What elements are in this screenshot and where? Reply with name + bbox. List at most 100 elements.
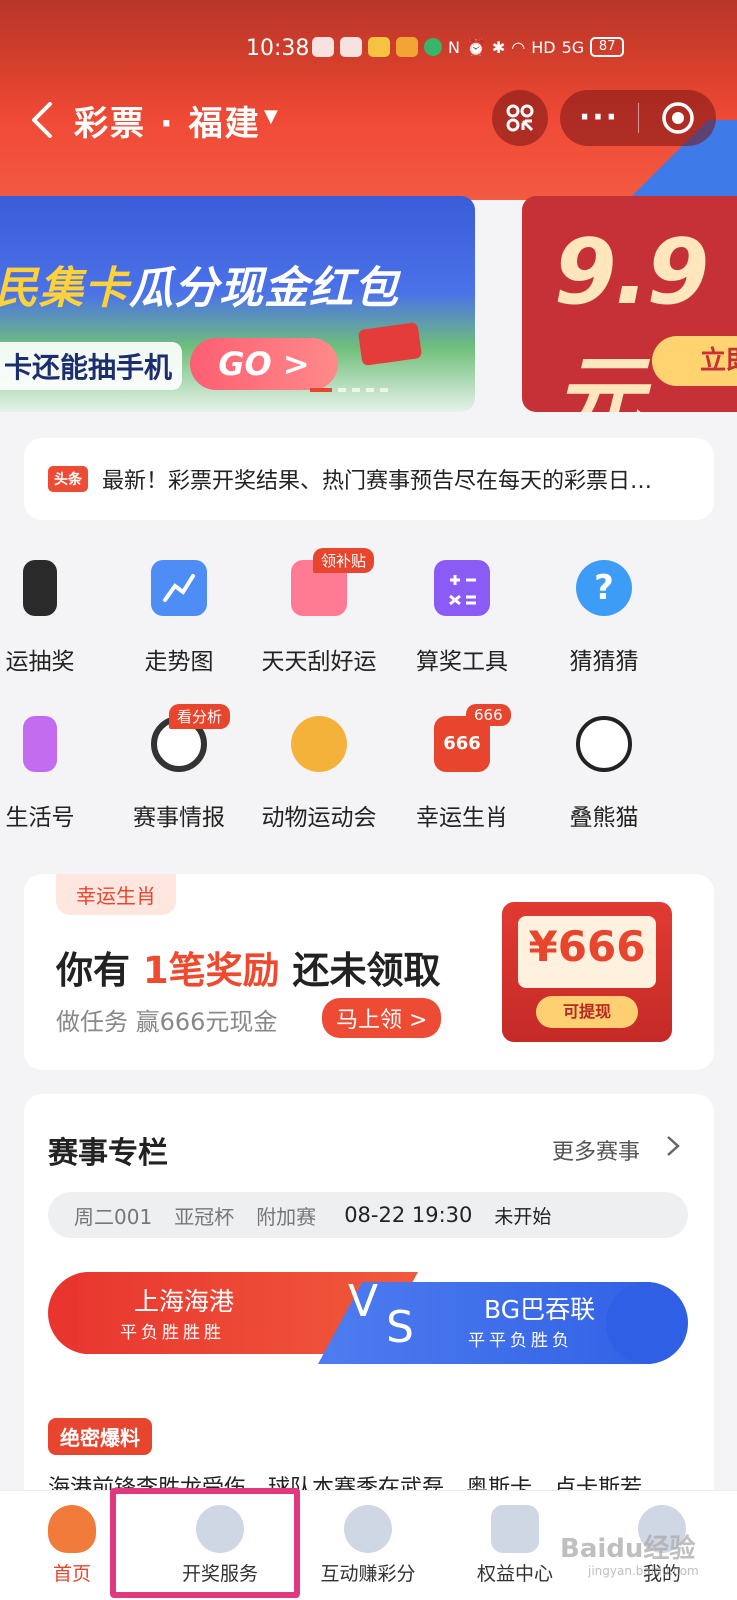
- close-button[interactable]: [639, 101, 716, 135]
- match-datetime: 08-22 19:30: [344, 1203, 473, 1227]
- home-mascot-icon: [48, 1505, 96, 1553]
- away-team-form: 平平负胜负: [468, 1331, 573, 1351]
- chevron-down-icon[interactable]: ▼: [264, 106, 278, 127]
- more-matches-link[interactable]: 更多赛事: [552, 1134, 640, 1166]
- medal-icon: [291, 716, 347, 772]
- match-code: 周二001: [74, 1204, 153, 1229]
- banner-buy-button[interactable]: 立即: [652, 336, 737, 386]
- grid-item-life-account[interactable]: 生活号: [0, 716, 110, 846]
- reward-chip: 幸运生肖: [56, 874, 176, 915]
- target-icon: [661, 102, 694, 134]
- grid-item-lucky-zodiac[interactable]: 666 666 幸运生肖: [392, 704, 532, 846]
- tab-label: 互动赚彩分: [320, 1563, 416, 1585]
- status-time: 10:38: [246, 36, 310, 61]
- grid-item-match-intel[interactable]: 看分析 赛事情报: [109, 704, 249, 846]
- nav-bar: 彩票 · 福建 ▼ ···: [0, 72, 737, 168]
- bluetooth-icon: ✱: [491, 37, 506, 57]
- nfc-icon: N: [448, 37, 460, 57]
- grid-item-label: 动物运动会: [261, 805, 377, 831]
- battery-indicator: 87: [590, 37, 625, 57]
- promo-banner-collect-cards[interactable]: 民集卡瓜分现金红包 卡还能抽手机 GO >: [0, 196, 475, 412]
- reward-headline: 你有 1笔奖励 还未领取: [56, 949, 441, 992]
- match-league: 亚冠杯: [174, 1204, 235, 1229]
- watermark-brand: Baidu经验: [560, 1534, 696, 1564]
- wifi-icon: ◠: [511, 37, 526, 57]
- claim-button[interactable]: 马上领 >: [322, 998, 442, 1038]
- clover-icon: [491, 1505, 539, 1553]
- reward-subtitle: 做任务 赢666元现金: [56, 1008, 278, 1036]
- watermark-url: jingyan.baidu.com: [588, 1564, 699, 1578]
- heart-card-icon: [23, 716, 57, 772]
- secret-scoop-tag: 绝密爆料: [48, 1418, 152, 1455]
- go-button[interactable]: GO >: [190, 338, 338, 390]
- phone-icon: [23, 560, 57, 616]
- away-team-name: BG巴吞联: [484, 1295, 596, 1324]
- reward-card[interactable]: 幸运生肖 你有 1笔奖励 还未领取 做任务 赢666元现金 马上领 > ¥666…: [24, 874, 714, 1070]
- grid-item-label: 算奖工具: [416, 649, 508, 675]
- red-envelope-icon[interactable]: ¥666 可提现: [502, 902, 672, 1042]
- scan-icon: [506, 104, 534, 132]
- match-stage: 附加赛: [256, 1204, 317, 1229]
- grid-item-label: 猜猜猜: [569, 649, 639, 675]
- shield-icon: [424, 38, 442, 56]
- wechat-icon: [340, 37, 362, 57]
- tab-interactive-points[interactable]: 互动赚彩分: [298, 1491, 438, 1600]
- hd-label: HD: [531, 37, 556, 57]
- grid-item-lucky-draw[interactable]: 运抽奖: [0, 560, 110, 690]
- more-button[interactable]: ···: [560, 90, 638, 146]
- app-notification-icon: [368, 37, 390, 57]
- match-info-bar[interactable]: 周二001 亚冠杯 附加赛 08-22 19:30 未开始: [48, 1192, 688, 1238]
- grid-item-panda[interactable]: 叠熊猫: [534, 716, 674, 846]
- versus-banner[interactable]: 上海海港 平负胜胜胜 V S BG巴吞联 平平负胜负: [48, 1272, 688, 1364]
- question-icon: ?: [576, 560, 632, 616]
- home-team-name: 上海海港: [134, 1287, 235, 1316]
- status-bar: 10:38 N ⏰ ✱ ◠ HD 5G 87: [0, 0, 737, 72]
- alarm-icon: ⏰: [465, 37, 486, 57]
- home-team-form: 平负胜胜胜: [120, 1323, 225, 1343]
- subsidy-badge: 领补贴: [313, 548, 375, 573]
- 666-badge: 666: [466, 704, 511, 726]
- match-status: 未开始: [494, 1205, 552, 1228]
- promo-banner-price[interactable]: 9.9元 立即: [522, 196, 737, 412]
- back-icon[interactable]: [24, 98, 60, 142]
- app-notification-icon: [396, 37, 418, 57]
- grid-item-animal-games[interactable]: 动物运动会: [249, 716, 389, 846]
- grid-item-trend-chart[interactable]: 走势图: [109, 560, 249, 690]
- tab-home[interactable]: 首页: [2, 1491, 142, 1600]
- headline-text: 最新！彩票开奖结果、热门赛事预告尽在每天的彩票日…: [102, 469, 653, 494]
- reward-amount: ¥666: [528, 922, 646, 971]
- grid-item-scratch[interactable]: 领补贴 天天刮好运: [249, 548, 389, 690]
- headline-tag: 头条: [48, 466, 88, 492]
- signal-label: 5G: [561, 37, 585, 57]
- match-column-card: 赛事专栏 更多赛事 周二001 亚冠杯 附加赛 08-22 19:30 未开始 …: [24, 1094, 714, 1514]
- grid-item-label: 走势图: [144, 649, 214, 675]
- feature-grid-row-1: 运抽奖 走势图 领补贴 天天刮好运 算奖工具 ? 猜猜猜: [0, 548, 737, 690]
- tab-lottery-service[interactable]: 开奖服务: [150, 1491, 290, 1600]
- status-icons: N ⏰ ✱ ◠ HD 5G 87: [312, 37, 625, 57]
- red-packet-icon: [357, 322, 423, 366]
- banner-headline: 民集卡瓜分现金红包: [0, 263, 399, 314]
- lottery-ball-icon: [196, 1505, 244, 1553]
- vs-label-s: S: [386, 1302, 414, 1353]
- withdraw-button[interactable]: 可提现: [536, 996, 638, 1028]
- section-title: 赛事专栏: [48, 1136, 168, 1171]
- grid-item-guess[interactable]: ? 猜猜猜: [534, 560, 674, 690]
- scan-button[interactable]: [492, 90, 548, 146]
- mini-program-capsule: ···: [560, 90, 716, 146]
- wechat-icon: [312, 37, 334, 57]
- grid-item-label: 运抽奖: [5, 649, 75, 675]
- panda-icon: [576, 716, 632, 772]
- grid-item-calculator[interactable]: 算奖工具: [392, 560, 532, 690]
- away-team-bg: [606, 1282, 688, 1364]
- calculator-icon: [434, 560, 490, 616]
- analysis-badge: 看分析: [169, 704, 231, 729]
- page-title[interactable]: 彩票 · 福建: [74, 96, 261, 145]
- grid-item-label: 生活号: [5, 805, 75, 831]
- grid-item-label: 叠熊猫: [569, 805, 639, 831]
- planet-icon: [344, 1505, 392, 1553]
- tab-label: 开奖服务: [181, 1563, 258, 1585]
- headline-notice[interactable]: 头条 最新！彩票开奖结果、热门赛事预告尽在每天的彩票日…: [24, 438, 714, 520]
- grid-item-label: 幸运生肖: [416, 805, 508, 831]
- grid-item-label: 赛事情报: [133, 805, 225, 831]
- chevron-right-icon[interactable]: [660, 1134, 684, 1158]
